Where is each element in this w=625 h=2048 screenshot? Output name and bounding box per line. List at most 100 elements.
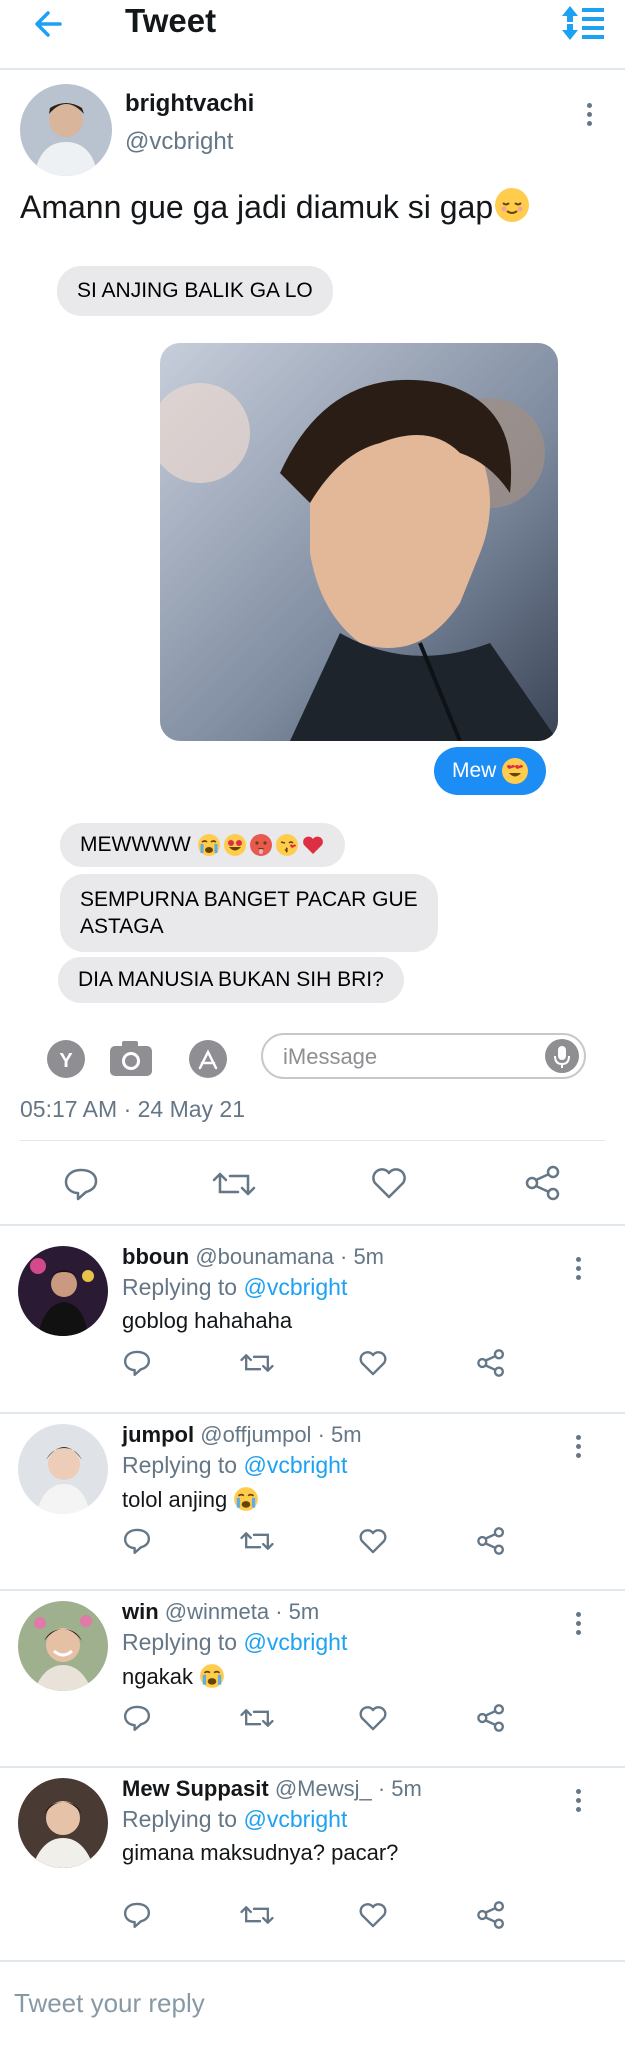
reply-icon[interactable]: [122, 1703, 152, 1733]
more-options-icon[interactable]: [568, 1609, 588, 1639]
message-photo[interactable]: [160, 343, 558, 741]
reply-tweet[interactable]: win @winmeta · 5m Replying to @vcbright …: [0, 1581, 625, 1757]
more-options-icon[interactable]: [568, 1786, 588, 1816]
emoji-row: [197, 833, 325, 857]
tweet-timestamp: 05:17 AM · 24 May 21: [20, 1096, 246, 1122]
crying-face-emoji: [197, 834, 220, 856]
reply-actions: [122, 1900, 522, 1940]
message-text: ASTAGA: [80, 915, 164, 938]
reply-time: · 5m: [340, 1244, 384, 1269]
more-options-icon[interactable]: [568, 1432, 588, 1462]
replying-to-link[interactable]: @vcbright: [243, 1274, 347, 1300]
share-icon[interactable]: [476, 1348, 506, 1378]
reply-time: · 5m: [377, 1776, 422, 1801]
message-bubble-received: SEMPURNA BANGET PACAR GUE ASTAGA: [60, 874, 438, 952]
message-text: MEWWWW: [80, 833, 191, 856]
message-text: SEMPURNA BANGET PACAR GUE: [80, 888, 418, 911]
replying-to-link[interactable]: @vcbright: [243, 1629, 347, 1655]
reply-avatar[interactable]: [18, 1424, 108, 1514]
reply-icon[interactable]: [122, 1526, 152, 1556]
share-icon[interactable]: [476, 1703, 506, 1733]
reply-author-name[interactable]: Mew Suppasit: [122, 1776, 269, 1801]
reply-avatar[interactable]: [18, 1601, 108, 1691]
retweet-icon[interactable]: [240, 1703, 274, 1733]
more-options-icon[interactable]: [568, 1254, 588, 1284]
message-text: SI ANJING BALIK GA LO: [77, 279, 313, 302]
reply-text-body: tolol anjing: [122, 1487, 228, 1512]
reply-author-handle[interactable]: @Mewsj_: [275, 1776, 372, 1801]
back-arrow-icon[interactable]: [30, 4, 70, 44]
like-heart-icon[interactable]: [358, 1703, 388, 1733]
author-name[interactable]: brightvachi: [125, 90, 254, 118]
reply-author-handle[interactable]: @winmeta: [165, 1599, 269, 1624]
reply-actions: [122, 1526, 522, 1566]
imessage-input-field[interactable]: iMessage: [261, 1033, 586, 1079]
reply-author-handle[interactable]: @bounamana: [195, 1244, 334, 1269]
replying-to: Replying to @vcbright: [122, 1806, 347, 1833]
reply-text: goblog hahahaha: [122, 1308, 293, 1333]
divider: [20, 1140, 605, 1141]
reply-icon[interactable]: [62, 1166, 100, 1207]
reply-header: Mew Suppasit @Mewsj_ · 5m: [122, 1776, 422, 1802]
sort-icon[interactable]: [560, 4, 606, 44]
reply-actions: [122, 1703, 522, 1743]
message-text: DIA MANUSIA BUKAN SIH BRI?: [78, 968, 384, 991]
share-icon[interactable]: [524, 1164, 562, 1207]
reply-text: tolol anjing: [122, 1486, 259, 1513]
message-bubble-received: MEWWWW: [60, 823, 345, 867]
heart-eyes-emoji: [223, 834, 246, 856]
reply-avatar[interactable]: [18, 1246, 108, 1336]
reply-author-handle[interactable]: @offjumpol: [200, 1422, 311, 1447]
replying-prefix: Replying to: [122, 1806, 238, 1832]
reply-tweet[interactable]: jumpol @offjumpol · 5m Replying to @vcbr…: [0, 1404, 625, 1580]
relieved-face-emoji: [495, 188, 530, 222]
replying-to-link[interactable]: @vcbright: [243, 1452, 347, 1478]
reply-time: · 5m: [275, 1599, 320, 1624]
reply-icon[interactable]: [122, 1900, 152, 1930]
author-avatar[interactable]: [20, 84, 112, 176]
top-bar: Tweet: [0, 0, 625, 70]
message-text: Mew: [452, 759, 497, 782]
replying-prefix: Replying to: [122, 1274, 238, 1300]
message-bubble-sent: Mew: [434, 747, 547, 795]
tweet-text: Amann gue ga jadi diamuk si gap: [20, 188, 530, 226]
author-handle[interactable]: @vcbright: [125, 128, 233, 156]
reply-author-name[interactable]: bboun: [122, 1244, 189, 1269]
share-icon[interactable]: [476, 1526, 506, 1556]
hot-face-emoji: [249, 834, 272, 856]
reply-input-placeholder[interactable]: Tweet your reply: [14, 1988, 205, 2019]
loudly-crying-emoji: [200, 1664, 224, 1688]
svg-text:Y: Y: [59, 1050, 73, 1072]
replying-to: Replying to @vcbright: [122, 1274, 347, 1301]
reply-icon[interactable]: [122, 1348, 152, 1378]
more-options-icon[interactable]: [579, 100, 599, 130]
like-heart-icon[interactable]: [358, 1900, 388, 1930]
share-icon[interactable]: [476, 1900, 506, 1930]
message-bubble-received: SI ANJING BALIK GA LO: [57, 266, 333, 316]
reply-text: ngakak: [122, 1663, 225, 1690]
reply-header: jumpol @offjumpol · 5m: [122, 1422, 362, 1448]
reply-composer[interactable]: Tweet your reply: [0, 1960, 625, 2048]
replying-to: Replying to @vcbright: [122, 1629, 347, 1656]
retweet-icon[interactable]: [212, 1166, 256, 1207]
reply-text-body: ngakak: [122, 1664, 193, 1689]
microphone-icon[interactable]: [544, 1038, 580, 1074]
reply-author-name[interactable]: jumpol: [122, 1422, 194, 1447]
like-heart-icon[interactable]: [370, 1164, 408, 1207]
retweet-icon[interactable]: [240, 1348, 274, 1378]
imessage-placeholder: iMessage: [283, 1044, 378, 1069]
replying-prefix: Replying to: [122, 1452, 238, 1478]
replying-to: Replying to @vcbright: [122, 1452, 347, 1479]
like-heart-icon[interactable]: [358, 1348, 388, 1378]
heart-eyes-emoji: [502, 758, 529, 784]
reply-author-name[interactable]: win: [122, 1599, 159, 1624]
retweet-icon[interactable]: [240, 1526, 274, 1556]
reply-header: win @winmeta · 5m: [122, 1599, 319, 1625]
reply-avatar[interactable]: [18, 1778, 108, 1868]
page-title: Tweet: [125, 2, 217, 39]
like-heart-icon[interactable]: [358, 1526, 388, 1556]
reply-tweet[interactable]: bboun @bounamana · 5m Replying to @vcbri…: [0, 1226, 625, 1402]
replying-to-link[interactable]: @vcbright: [243, 1806, 347, 1832]
reply-tweet[interactable]: Mew Suppasit @Mewsj_ · 5m Replying to @v…: [0, 1758, 625, 1934]
retweet-icon[interactable]: [240, 1900, 274, 1930]
